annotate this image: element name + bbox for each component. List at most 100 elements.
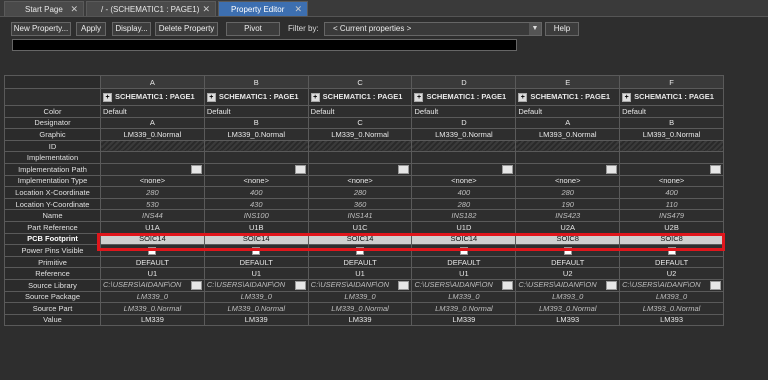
close-icon[interactable]: ✕ bbox=[294, 2, 302, 17]
property-cell[interactable]: DEFAULT bbox=[619, 255, 724, 269]
property-cell[interactable] bbox=[307, 151, 413, 164]
property-cell[interactable]: LM339 bbox=[100, 313, 205, 327]
property-cell[interactable]: SOIC14 bbox=[203, 232, 309, 246]
row-header[interactable]: Power Pins Visible bbox=[4, 244, 101, 257]
expand-icon[interactable]: + bbox=[310, 92, 320, 102]
row-header[interactable]: Source Part bbox=[4, 302, 101, 315]
property-cell[interactable] bbox=[100, 244, 205, 257]
filter-dropdown[interactable]: < Current properties > ▼ bbox=[324, 22, 542, 36]
property-cell[interactable]: <none> bbox=[515, 174, 621, 188]
row-header[interactable]: Location Y-Coordinate bbox=[4, 197, 101, 211]
property-cell[interactable]: LM339 bbox=[411, 313, 517, 327]
property-cell[interactable]: C:\USERS\AIDANF\ON bbox=[100, 278, 205, 292]
display-button[interactable]: Display... bbox=[112, 22, 151, 36]
property-cell[interactable] bbox=[203, 162, 309, 176]
new-property-button[interactable]: New Property... bbox=[11, 22, 71, 36]
property-cell[interactable]: 400 bbox=[619, 186, 724, 199]
property-cell[interactable]: LM393_0.Normal bbox=[515, 302, 621, 315]
property-cell[interactable] bbox=[307, 139, 413, 153]
property-cell[interactable]: INS423 bbox=[515, 209, 621, 222]
property-cell[interactable]: Default bbox=[515, 105, 621, 118]
schematic-cell[interactable]: + SCHEMATIC1 : PAGE1 bbox=[203, 88, 309, 106]
schematic-cell[interactable]: + SCHEMATIC1 : PAGE1 bbox=[100, 88, 205, 106]
property-cell[interactable]: U1C bbox=[307, 220, 413, 234]
property-cell[interactable] bbox=[411, 151, 517, 164]
property-cell[interactable]: U1 bbox=[307, 267, 413, 280]
tab-start-page[interactable]: Start Page ✕ bbox=[4, 1, 84, 16]
property-cell[interactable]: LM393_0.Normal bbox=[515, 128, 621, 141]
expand-icon[interactable]: + bbox=[518, 92, 528, 102]
row-header[interactable]: Designator bbox=[4, 116, 101, 130]
column-header[interactable]: D bbox=[411, 75, 517, 89]
property-cell[interactable]: DEFAULT bbox=[515, 255, 621, 269]
property-cell[interactable] bbox=[100, 162, 205, 176]
property-cell[interactable]: <none> bbox=[307, 174, 413, 188]
property-cell[interactable]: LM393_0 bbox=[619, 290, 724, 304]
property-cell[interactable]: Default bbox=[619, 105, 724, 118]
property-cell[interactable]: B bbox=[619, 116, 724, 130]
browse-button[interactable] bbox=[398, 281, 410, 291]
column-header[interactable]: A bbox=[100, 75, 205, 89]
property-cell[interactable]: INS100 bbox=[203, 209, 309, 222]
property-cell[interactable]: LM393_0.Normal bbox=[619, 302, 724, 315]
property-cell[interactable]: 400 bbox=[203, 186, 309, 199]
property-cell[interactable]: LM393_0.Normal bbox=[619, 128, 724, 141]
power-pins-checkbox[interactable] bbox=[148, 246, 157, 255]
tab-schematic-page[interactable]: / - (SCHEMATIC1 : PAGE1) ✕ bbox=[86, 1, 216, 16]
help-button[interactable]: Help bbox=[545, 22, 579, 36]
row-header[interactable]: Implementation Path bbox=[4, 162, 101, 176]
property-cell[interactable] bbox=[515, 162, 621, 176]
property-cell[interactable]: <none> bbox=[619, 174, 724, 188]
property-cell[interactable] bbox=[515, 244, 621, 257]
property-cell[interactable]: LM339 bbox=[307, 313, 413, 327]
schematic-cell[interactable]: + SCHEMATIC1 : PAGE1 bbox=[307, 88, 413, 106]
row-header[interactable]: ID bbox=[4, 139, 101, 153]
schematic-cell[interactable]: + SCHEMATIC1 : PAGE1 bbox=[411, 88, 517, 106]
property-cell[interactable]: U1 bbox=[411, 267, 517, 280]
row-header[interactable]: Reference bbox=[4, 267, 101, 280]
property-cell[interactable]: SOIC8 bbox=[619, 232, 724, 246]
property-cell[interactable]: Default bbox=[411, 105, 517, 118]
property-cell[interactable]: U1B bbox=[203, 220, 309, 234]
property-cell[interactable]: C:\USERS\AIDANF\ON bbox=[515, 278, 621, 292]
delete-property-button[interactable]: Delete Property bbox=[155, 22, 218, 36]
property-cell[interactable]: LM339_0.Normal bbox=[307, 128, 413, 141]
property-cell[interactable]: LM339_0 bbox=[203, 290, 309, 304]
property-cell[interactable]: A bbox=[515, 116, 621, 130]
property-cell[interactable]: LM393 bbox=[515, 313, 621, 327]
row-header[interactable]: Source Package bbox=[4, 290, 101, 304]
property-cell[interactable] bbox=[203, 139, 309, 153]
property-cell[interactable]: <none> bbox=[203, 174, 309, 188]
property-cell[interactable]: LM339_0.Normal bbox=[100, 128, 205, 141]
pivot-button[interactable]: Pivot bbox=[226, 22, 280, 36]
row-header[interactable]: Name bbox=[4, 209, 101, 222]
chevron-down-icon[interactable]: ▼ bbox=[529, 23, 541, 35]
property-cell[interactable] bbox=[411, 162, 517, 176]
property-cell[interactable] bbox=[515, 139, 621, 153]
property-cell[interactable]: SOIC14 bbox=[411, 232, 517, 246]
property-cell[interactable]: 190 bbox=[515, 197, 621, 211]
close-icon[interactable]: ✕ bbox=[70, 2, 78, 17]
property-cell[interactable] bbox=[619, 151, 724, 164]
row-header[interactable]: Color bbox=[4, 105, 101, 118]
power-pins-checkbox[interactable] bbox=[563, 246, 572, 255]
property-cell[interactable]: C:\USERS\AIDANF\ON bbox=[203, 278, 309, 292]
row-header[interactable]: Implementation Type bbox=[4, 174, 101, 188]
browse-button[interactable] bbox=[190, 281, 202, 291]
browse-button[interactable] bbox=[606, 165, 618, 175]
row-header[interactable]: Location X-Coordinate bbox=[4, 186, 101, 199]
property-cell[interactable]: LM339_0.Normal bbox=[411, 302, 517, 315]
apply-button[interactable]: Apply bbox=[76, 22, 106, 36]
property-cell[interactable]: INS44 bbox=[100, 209, 205, 222]
browse-button[interactable] bbox=[190, 165, 202, 175]
property-cell[interactable]: 360 bbox=[307, 197, 413, 211]
property-cell[interactable]: U1D bbox=[411, 220, 517, 234]
property-cell[interactable]: A bbox=[100, 116, 205, 130]
browse-button[interactable] bbox=[502, 281, 514, 291]
close-icon[interactable]: ✕ bbox=[202, 2, 210, 17]
column-header[interactable]: B bbox=[203, 75, 309, 89]
property-cell[interactable]: U2A bbox=[515, 220, 621, 234]
power-pins-checkbox[interactable] bbox=[667, 246, 676, 255]
power-pins-checkbox[interactable] bbox=[459, 246, 468, 255]
property-cell[interactable]: LM393 bbox=[619, 313, 724, 327]
